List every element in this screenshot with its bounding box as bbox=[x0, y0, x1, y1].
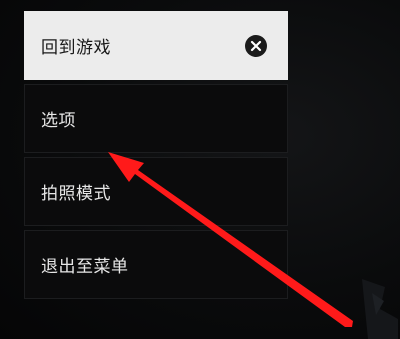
pause-menu: 回到游戏 选项 拍照模式 退出至菜单 bbox=[24, 11, 288, 303]
menu-item-exit-to-menu[interactable]: 退出至菜单 bbox=[24, 230, 288, 299]
menu-item-label: 退出至菜单 bbox=[41, 257, 129, 277]
menu-item-return-to-game[interactable]: 回到游戏 bbox=[24, 11, 288, 80]
close-circle-icon[interactable] bbox=[245, 34, 267, 57]
menu-item-label: 拍照模式 bbox=[41, 184, 111, 204]
menu-item-label: 回到游戏 bbox=[41, 38, 111, 58]
game-pause-screen: 回到游戏 选项 拍照模式 退出至菜单 bbox=[0, 0, 400, 339]
menu-item-options[interactable]: 选项 bbox=[24, 84, 288, 153]
menu-item-photo-mode[interactable]: 拍照模式 bbox=[24, 157, 288, 226]
menu-item-label: 选项 bbox=[41, 111, 76, 131]
background-decoration bbox=[362, 279, 398, 339]
